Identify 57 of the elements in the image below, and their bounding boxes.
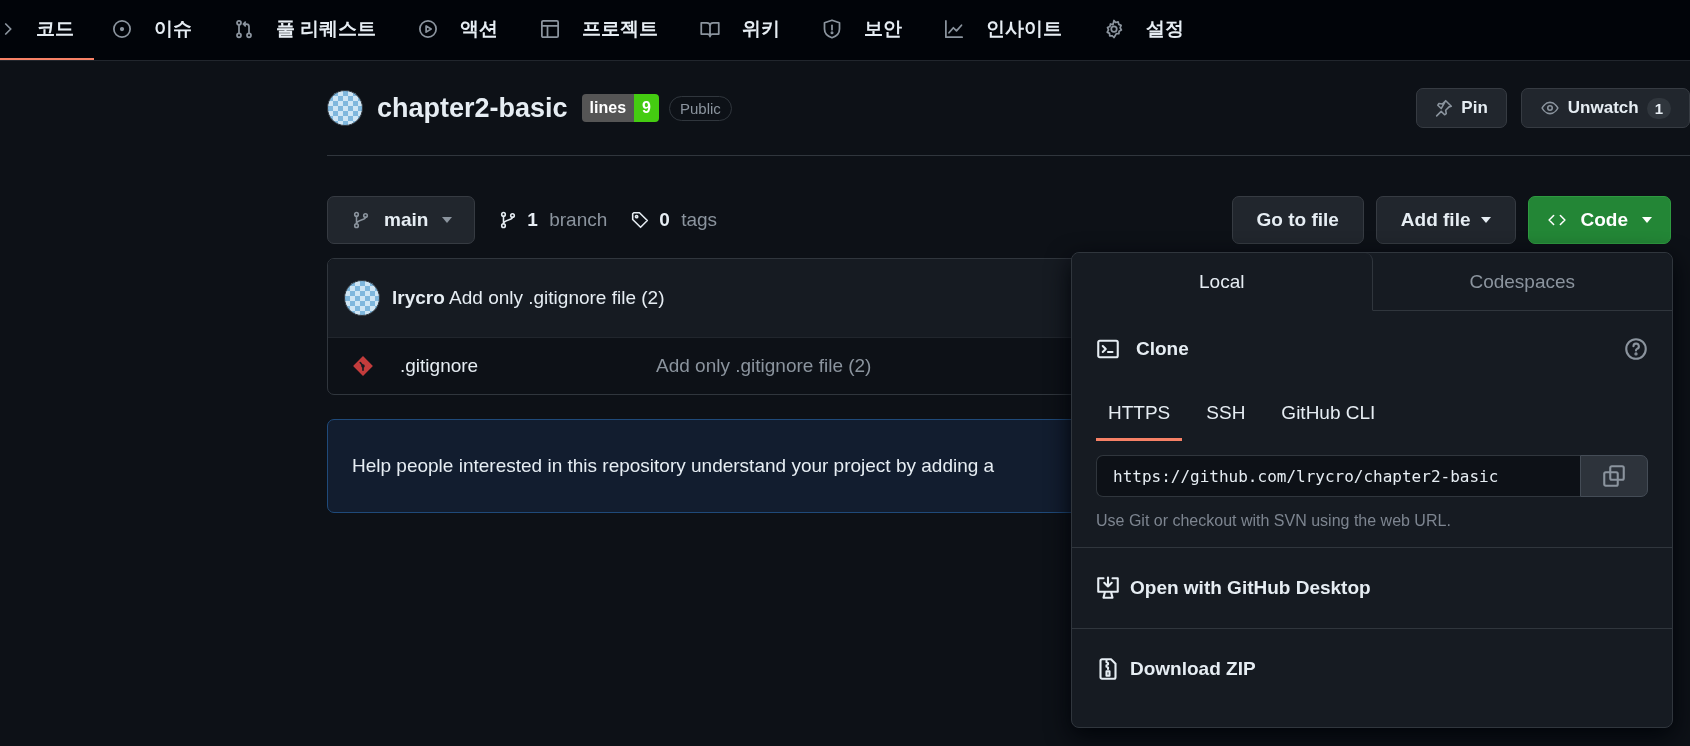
branch-icon: [499, 211, 518, 229]
go-to-file-button[interactable]: Go to file: [1231, 196, 1364, 244]
desktop-download-icon: [1096, 576, 1120, 600]
protocol-tab[interactable]: HTTPS: [1096, 387, 1183, 441]
caret-icon: [442, 217, 453, 223]
pull-request-icon: [234, 19, 254, 39]
help-icon: [1624, 337, 1648, 361]
line-graph-icon: [944, 19, 965, 39]
copy-button[interactable]: [1580, 455, 1648, 497]
badge-value: 9: [634, 94, 659, 122]
file-name[interactable]: .gitignore: [400, 355, 656, 377]
code-button[interactable]: Code: [1527, 196, 1671, 244]
menu-tab[interactable]: Codespaces: [1372, 253, 1672, 311]
nav-tab[interactable]: 코드: [0, 0, 94, 60]
clone-title: Clone: [1136, 338, 1189, 360]
branches-link[interactable]: 1 branch: [499, 209, 608, 231]
count-badge: 1: [1646, 97, 1671, 119]
commit-message: lrycro Add only .gitignore file (2): [392, 287, 665, 309]
play-icon: [418, 19, 439, 39]
branch-icon: [352, 211, 370, 229]
terminal-icon: [1096, 337, 1120, 361]
nav-tab[interactable]: 인사이트: [944, 0, 1087, 60]
nav-tab[interactable]: 이슈: [112, 0, 216, 60]
shield-icon: [822, 19, 843, 39]
hint-text: Use Git or checkout with SVN using the web URL.: [1096, 511, 1452, 531]
menu-item[interactable]: Download ZIP: [1072, 629, 1672, 709]
circle-dot-icon: [112, 19, 132, 39]
zip-file-icon: [1096, 657, 1120, 681]
badge-label: lines: [581, 94, 635, 122]
pin-icon: [1435, 99, 1454, 117]
repo-name[interactable]: chapter2-basic: [377, 92, 568, 124]
nav-tab[interactable]: 프로젝트: [540, 0, 683, 60]
tags-link[interactable]: 0 tags: [631, 209, 718, 231]
nav-tab[interactable]: 액션: [418, 0, 523, 60]
book-icon: [700, 19, 721, 39]
nav-tab[interactable]: 위키: [700, 0, 805, 60]
caret-icon: [1642, 217, 1652, 223]
add-file-button[interactable]: Add file: [1375, 196, 1516, 244]
watch-button[interactable]: Unwatch 1: [1520, 88, 1690, 128]
nav-tab[interactable]: 설정: [1104, 0, 1209, 60]
copy-icon: [1602, 464, 1626, 488]
nav-tab[interactable]: 풀 리퀘스트: [234, 0, 401, 60]
avatar: [344, 280, 380, 316]
diamond-icon: [352, 355, 374, 377]
branch-select[interactable]: main: [327, 196, 476, 244]
tag-icon: [631, 211, 650, 229]
url-field[interactable]: https://github.com/lrycro/chapter2-basic: [1096, 455, 1580, 497]
menu-item[interactable]: Open with GitHub Desktop: [1072, 548, 1672, 629]
gear-icon: [1104, 19, 1125, 39]
table-icon: [540, 19, 561, 39]
pin-button[interactable]: Pin: [1416, 88, 1507, 128]
caret-icon: [1480, 217, 1491, 223]
avatar: [327, 90, 363, 126]
menu-tab[interactable]: Local: [1072, 253, 1373, 311]
eye-icon: [1539, 99, 1560, 117]
commit-link[interactable]: Add only .gitignore file (2): [656, 355, 872, 377]
nav-tab[interactable]: 보안: [822, 0, 927, 60]
